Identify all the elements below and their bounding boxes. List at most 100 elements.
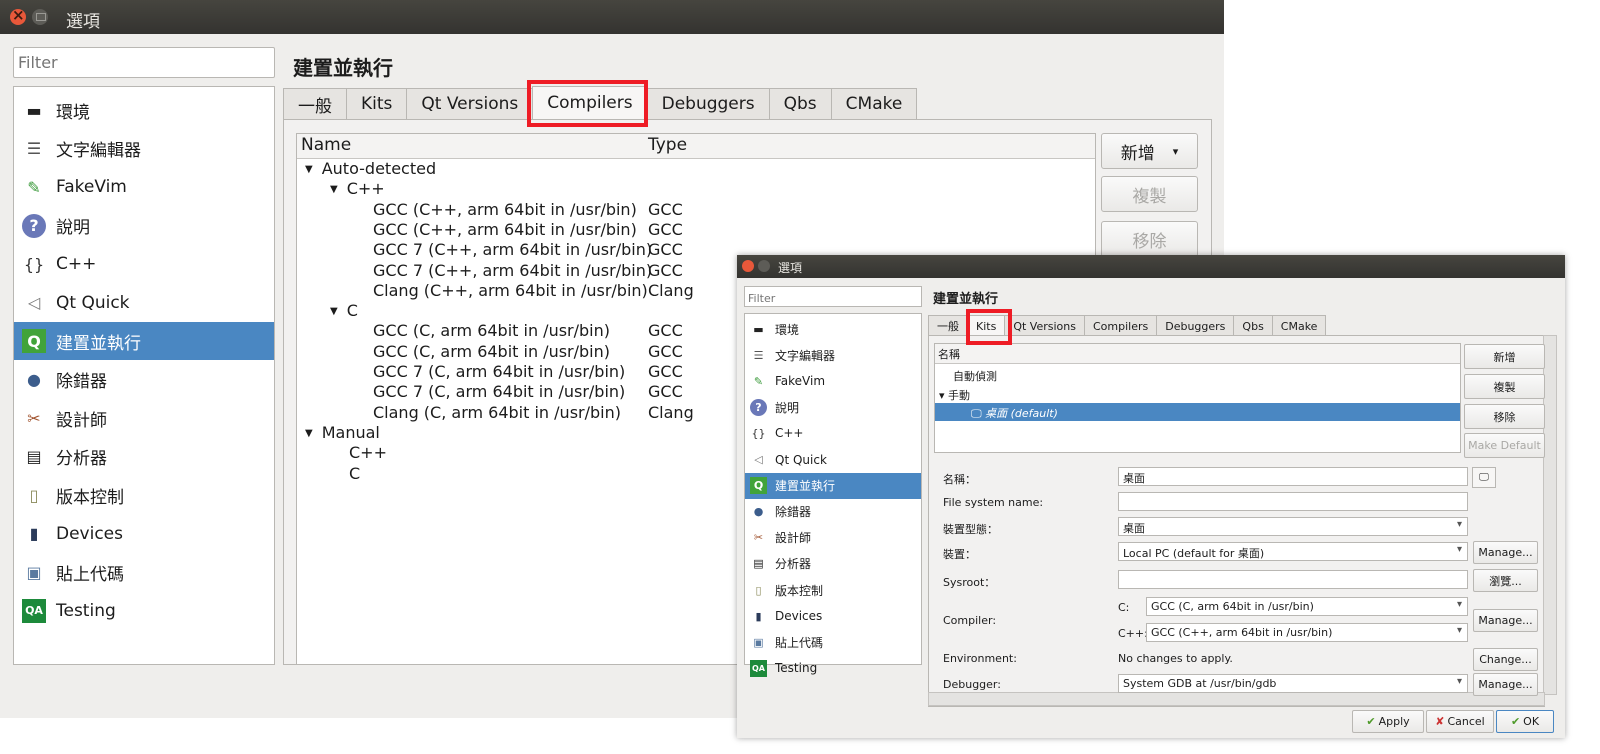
device-icon-button[interactable]: 🖵 [1472,467,1496,488]
expand-arrow-icon[interactable]: ▾ [939,389,948,402]
category-item[interactable]: ▯ 版本控制 [745,577,921,603]
compiler-c-select[interactable]: GCC (C, arm 64bit in /usr/bin) [1146,597,1468,616]
tree-row[interactable]: ▼ Auto-detected [297,159,1095,179]
kit-row-content: 自動偵測 [953,368,997,384]
compiler-cpp-select[interactable]: GCC (C++, arm 64bit in /usr/bin) [1146,623,1468,642]
category-item[interactable]: ▯ 版本控制 [14,476,274,514]
category-item[interactable]: {} C++ [14,245,274,283]
tab-compilers[interactable]: Compilers [1083,315,1158,336]
tab-一般[interactable]: 一般 [283,88,347,119]
category-item[interactable]: QA Testing [745,655,921,681]
filter-field[interactable] [13,47,275,78]
category-item[interactable]: {} C++ [745,420,921,446]
tree-row[interactable]: GCC (C++, arm 64bit in /usr/bin) GCC [297,220,1095,240]
category-item[interactable]: ☰ 文字編輯器 [14,130,274,168]
category-item[interactable]: ✎ FakeVim [745,368,921,394]
category-item[interactable]: ? 說明 [14,207,274,245]
category-item[interactable]: ◁ Qt Quick [14,284,274,322]
sysroot-field[interactable] [1118,570,1468,589]
clone-compiler-button[interactable]: 複製 [1101,176,1198,212]
category-item[interactable]: ☰ 文字編輯器 [745,342,921,368]
add-kit-button[interactable]: 新增 [1464,344,1545,369]
kit-row[interactable]: 🖵 桌面 (default) [935,403,1460,421]
header-name[interactable]: Name [301,135,351,155]
tab-cmake[interactable]: CMake [830,88,918,119]
category-item[interactable]: ✂ 設計師 [14,399,274,437]
tree-name-text: GCC (C++, arm 64bit in /usr/bin) [373,199,637,219]
category-item[interactable]: Q 建置並執行 [745,472,921,499]
tab-kits[interactable]: Kits [346,88,408,119]
category-item[interactable]: ✎ FakeVim [14,168,274,206]
category-item[interactable]: ▣ 貼上代碼 [745,629,921,655]
header-name[interactable]: 名稱 [938,346,960,362]
category-item[interactable]: ● 除錯器 [14,361,274,399]
category-label: 設計師 [56,410,107,431]
category-item[interactable]: ? 說明 [745,394,921,420]
kits-tree[interactable]: 名稱 自動偵測 ▾ 手動 🖵 桌面 (default) [934,343,1461,453]
expand-arrow-icon[interactable]: ▼ [305,164,313,175]
add-label: 新增 [1120,143,1155,164]
tab-cmake[interactable]: CMake [1271,315,1327,336]
close-window-button[interactable] [10,6,26,25]
minimize-window-button[interactable] [758,260,770,272]
tab-qt-versions[interactable]: Qt Versions [406,88,534,119]
close-window-button[interactable] [742,260,754,272]
remove-kit-button[interactable]: 移除 [1464,404,1545,429]
kit-row[interactable]: 自動偵測 [935,366,1460,384]
tree-cell-name: GCC 7 (C++, arm 64bit in /usr/bin) [373,261,652,280]
make-default-button[interactable]: Make Default [1464,433,1545,458]
device-type-select[interactable]: 桌面 [1118,517,1468,536]
tab-qt-versions[interactable]: Qt Versions [1004,315,1085,336]
category-item[interactable]: ▣ 貼上代碼 [14,553,274,591]
tab-debuggers[interactable]: Debuggers [646,88,770,119]
vertical-scrollbar[interactable] [1543,335,1557,695]
category-item[interactable]: ▮ Devices [745,603,921,629]
category-item[interactable]: Q 建置並執行 [14,322,274,360]
tree-cell-name: Clang (C, arm 64bit in /usr/bin) [373,403,621,422]
tree-row[interactable]: GCC (C++, arm 64bit in /usr/bin) GCC [297,200,1095,220]
tab-debuggers[interactable]: Debuggers [1156,315,1235,336]
tab-一般[interactable]: 一般 [928,315,968,336]
category-item[interactable]: ◁ Qt Quick [745,447,921,473]
ok-button[interactable]: ✔ OK [1496,710,1554,733]
category-item[interactable]: ▤ 分析器 [745,551,921,577]
sysroot-browse-button[interactable]: 瀏覽... [1473,569,1538,592]
minimize-window-button[interactable] [32,9,48,25]
debugger-manage-button[interactable]: Manage... [1473,673,1538,696]
filter-input[interactable] [14,48,270,77]
tab-qbs[interactable]: Qbs [1233,315,1273,336]
category-item[interactable]: ▤ 分析器 [14,438,274,476]
add-compiler-button[interactable]: 新增 ▾ [1101,133,1198,169]
environment-change-button[interactable]: Change... [1473,648,1538,671]
category-item[interactable]: ▬ 環境 [745,316,921,342]
category-item[interactable]: ✂ 設計師 [745,525,921,551]
header-type[interactable]: Type [648,135,687,155]
category-item[interactable]: ▬ 環境 [14,91,274,129]
expand-arrow-icon[interactable]: ▼ [330,306,338,317]
category-item[interactable]: QA Testing [14,592,274,630]
device-manage-button[interactable]: Manage... [1473,541,1538,564]
device-select[interactable]: Local PC (default for 桌面) [1118,542,1468,561]
expand-arrow-icon[interactable]: ▼ [330,184,338,195]
remove-compiler-button[interactable]: 移除 [1101,221,1198,257]
window-title: 選項 [778,261,803,275]
filter-field[interactable] [744,286,922,308]
compiler-manage-button[interactable]: Manage... [1473,609,1538,632]
cancel-button[interactable]: ✘ Cancel [1426,710,1494,733]
dropdown-arrow-icon: ▾ [1172,144,1179,158]
expand-arrow-icon[interactable]: ▼ [305,428,313,439]
kit-row[interactable]: ▾ 手動 [935,385,1460,403]
paste-code-icon: ▣ [26,562,42,582]
name-field[interactable]: 桌面 [1118,467,1468,486]
filter-input[interactable] [745,289,920,308]
page-title: 建置並執行 [933,292,999,307]
category-item[interactable]: ● 除錯器 [745,499,921,525]
tab-qbs[interactable]: Qbs [768,88,832,119]
apply-button[interactable]: ✔ Apply [1352,710,1424,733]
category-item[interactable]: ▮ Devices [14,515,274,553]
horizontal-scrollbar[interactable] [928,692,1545,706]
tree-row[interactable]: ▼ C++ [297,179,1095,199]
clone-kit-button[interactable]: 複製 [1464,374,1545,399]
fs-name-field[interactable] [1118,492,1468,511]
debugger-select[interactable]: System GDB at /usr/bin/gdb [1118,674,1468,693]
